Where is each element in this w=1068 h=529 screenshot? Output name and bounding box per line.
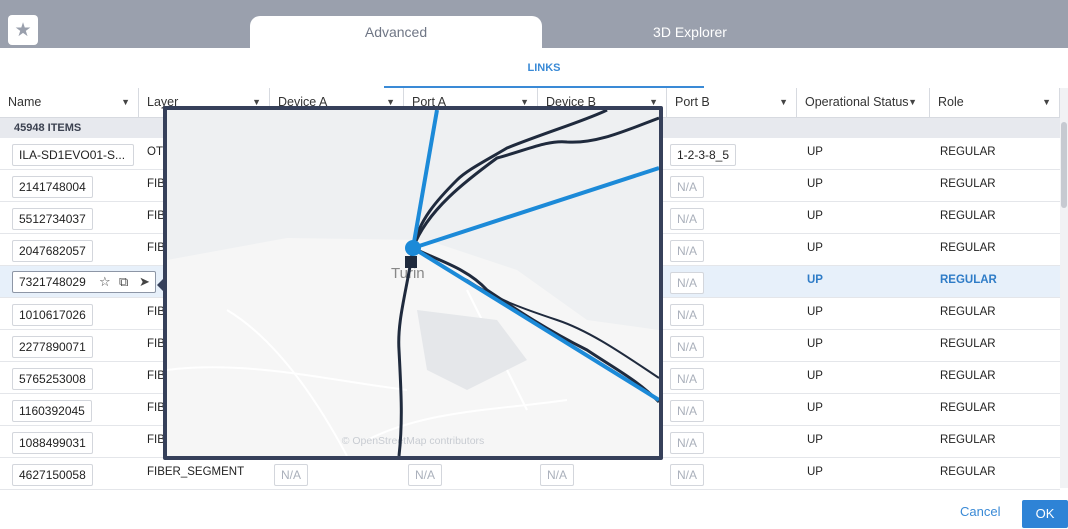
port-a-field[interactable]: N/A	[408, 464, 443, 486]
column-header-operational-status[interactable]: Operational Status ▼	[797, 88, 930, 118]
caret-down-icon: ▼	[121, 97, 130, 107]
device-a-field[interactable]: N/A	[274, 464, 309, 486]
name-field[interactable]: 4627150058	[12, 464, 93, 486]
status-value: UP	[807, 306, 823, 318]
favorites-star-icon[interactable]: ★	[8, 15, 38, 45]
top-bar: ★ Advanced 3D Explorer	[0, 0, 1068, 48]
column-header-role[interactable]: Role ▼	[930, 88, 1060, 118]
role-value: REGULAR	[940, 274, 997, 286]
role-value: REGULAR	[940, 434, 996, 446]
role-value: REGULAR	[940, 306, 996, 318]
status-value: UP	[807, 338, 823, 350]
site-marker[interactable]	[405, 256, 417, 268]
subtab-bar: LINKS	[0, 48, 1068, 88]
name-field[interactable]: 2277890071	[12, 336, 93, 358]
selected-node-marker[interactable]	[405, 240, 421, 256]
status-value: UP	[807, 370, 823, 382]
name-field[interactable]: 2047682057	[12, 240, 93, 262]
port-b-field[interactable]: 1-2-3-8_5	[670, 144, 737, 166]
column-label: Name	[8, 95, 42, 109]
name-field[interactable]: 1160392045	[12, 400, 92, 422]
tab-advanced[interactable]: Advanced	[250, 16, 542, 48]
vertical-scrollbar[interactable]	[1060, 88, 1068, 488]
map-attribution: © OpenStreetMap contributors	[342, 435, 485, 447]
cancel-button[interactable]: Cancel	[960, 504, 1000, 519]
port-b-field[interactable]: N/A	[670, 272, 705, 294]
status-value: UP	[807, 210, 823, 222]
name-field[interactable]: 5765253008	[12, 368, 93, 390]
role-value: REGULAR	[940, 178, 996, 190]
status-value: UP	[807, 466, 823, 478]
name-field-with-actions[interactable]: 7321748029 ☆ ⧉ ➤	[12, 271, 156, 293]
scrollbar-thumb[interactable]	[1061, 122, 1067, 208]
port-b-field[interactable]: N/A	[670, 208, 705, 230]
column-label: Role	[938, 95, 964, 109]
ok-button[interactable]: OK	[1022, 500, 1068, 528]
port-b-field[interactable]: N/A	[670, 368, 705, 390]
status-value: UP	[807, 242, 823, 254]
port-b-field[interactable]: N/A	[670, 304, 705, 326]
map-popup[interactable]: Turin © OpenStreetMap contributors	[163, 106, 663, 460]
role-value: REGULAR	[940, 210, 996, 222]
layer-value: FIBER_SEGMENT	[147, 466, 245, 478]
column-label: Port B	[675, 95, 710, 109]
port-b-field[interactable]: N/A	[670, 400, 705, 422]
role-value: REGULAR	[940, 370, 996, 382]
column-label: Operational Status	[805, 95, 909, 109]
port-b-field[interactable]: N/A	[670, 176, 705, 198]
role-value: REGULAR	[940, 146, 996, 158]
dialog-footer: Cancel OK	[0, 490, 1068, 529]
name-field[interactable]: ILA-SD1EVO01-S...	[12, 144, 134, 166]
column-header-port-b[interactable]: Port B ▼	[667, 88, 797, 118]
caret-down-icon: ▼	[908, 97, 917, 107]
name-value: 7321748029	[19, 275, 86, 289]
role-value: REGULAR	[940, 338, 996, 350]
port-b-field[interactable]: N/A	[670, 464, 705, 486]
port-b-field[interactable]: N/A	[670, 336, 705, 358]
status-value: UP	[807, 402, 823, 414]
open-external-icon[interactable]: ⧉	[119, 272, 128, 292]
status-value: UP	[807, 274, 823, 286]
status-value: UP	[807, 178, 823, 190]
table-row[interactable]: 4627150058 FIBER_SEGMENT N/A N/A N/A N/A…	[0, 458, 1060, 490]
name-field[interactable]: 5512734037	[12, 208, 93, 230]
caret-down-icon: ▼	[1042, 97, 1051, 107]
status-value: UP	[807, 434, 823, 446]
column-header-name[interactable]: Name ▼	[0, 88, 139, 118]
status-value: UP	[807, 146, 823, 158]
map-canvas[interactable]: Turin © OpenStreetMap contributors	[167, 110, 659, 456]
device-b-field[interactable]: N/A	[540, 464, 575, 486]
star-icon[interactable]: ☆	[99, 272, 111, 292]
navigate-arrow-icon[interactable]: ➤	[139, 272, 150, 292]
tab-3d-explorer[interactable]: 3D Explorer	[560, 16, 820, 48]
name-field[interactable]: 2141748004	[12, 176, 93, 198]
caret-down-icon: ▼	[779, 97, 788, 107]
role-value: REGULAR	[940, 466, 996, 478]
name-field[interactable]: 1010617026	[12, 304, 93, 326]
port-b-field[interactable]: N/A	[670, 240, 705, 262]
role-value: REGULAR	[940, 402, 996, 414]
name-field[interactable]: 1088499031	[12, 432, 93, 454]
tab-links[interactable]: LINKS	[384, 62, 704, 88]
port-b-field[interactable]: N/A	[670, 432, 705, 454]
role-value: REGULAR	[940, 242, 996, 254]
